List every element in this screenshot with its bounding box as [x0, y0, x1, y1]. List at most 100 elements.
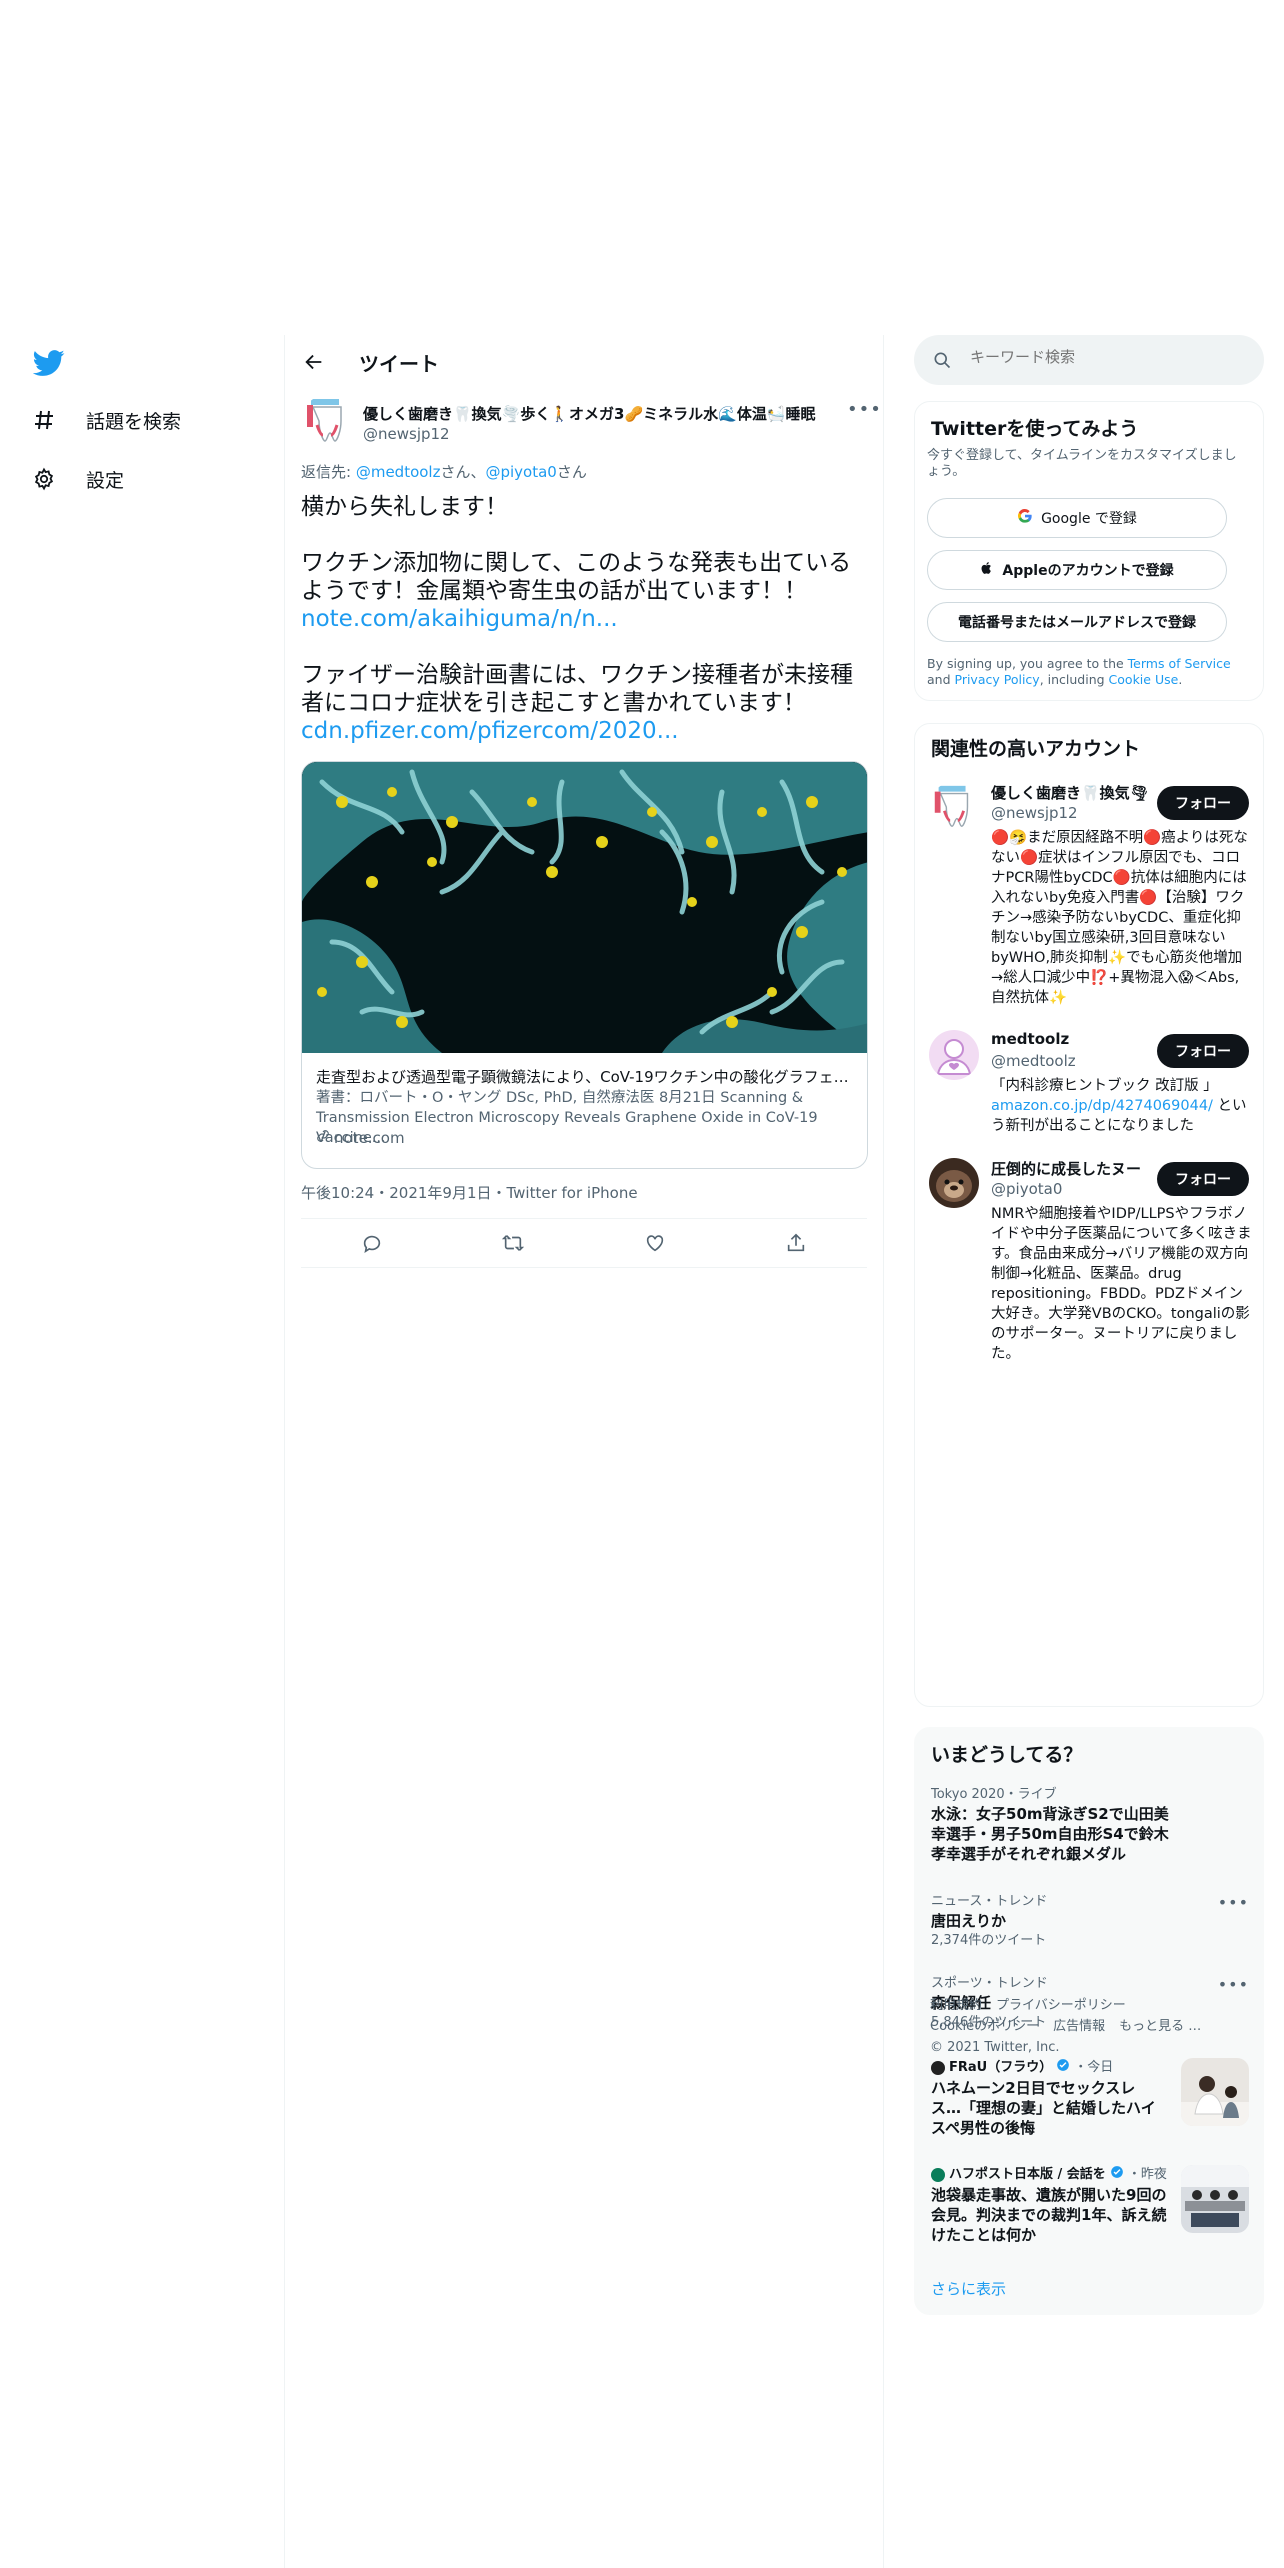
avatar[interactable] [929, 1030, 979, 1080]
account-medtoolz[interactable]: medtoolz @medtoolz フォロー 「内科診療ヒントブック 改訂版 … [915, 1030, 1265, 1140]
link-icon [316, 1129, 330, 1147]
search-input[interactable] [970, 348, 1240, 366]
signup-terms: By signing up, you agree to the Terms of… [927, 656, 1252, 688]
account-handle: @newsjp12 [991, 804, 1078, 822]
gear-icon [30, 465, 58, 493]
footer-privacy-link[interactable]: プライバシーポリシー [996, 1998, 1126, 2013]
follow-button[interactable]: フォロー [1157, 786, 1249, 820]
author-avatar[interactable] [301, 395, 353, 447]
news-source: ハフポスト日本版 / 会話を ・昨夜 [931, 2165, 1171, 2185]
terms-of-service-link[interactable]: Terms of Service [1128, 656, 1231, 671]
retweet-icon[interactable] [500, 1230, 526, 1256]
tweet-link[interactable]: note.com/akaihiguma/n/n... [301, 606, 618, 632]
trend-title: 水泳：女子50m背泳ぎS2で山田美幸選手・男子50m自由形S4で鈴木孝幸選手がそ… [931, 1805, 1169, 1863]
more-icon[interactable]: ••• [847, 399, 882, 420]
news-time: ・昨夜 [1127, 2167, 1167, 2182]
news-source: FRaU（フラウ） ・今日 [931, 2058, 1161, 2078]
follow-button[interactable]: フォロー [1157, 1162, 1249, 1196]
news-item[interactable]: FRaU（フラウ） ・今日 ハネムーン2日目でセックスレス…「理想の妻」と結婚し… [931, 2058, 1249, 2138]
page: 話題を検索 設定 ツイート 優しく歯磨き🦷換気🌪️歩く🚶オメガ3🥜ミネラル水🌊体… [0, 0, 1284, 2568]
nav-explore-label: 話題を検索 [86, 410, 182, 433]
hashtag-icon [30, 406, 58, 434]
cookie-use-link[interactable]: Cookie Use [1109, 672, 1179, 687]
reply-icon[interactable] [359, 1230, 385, 1256]
news-time: ・今日 [1074, 2060, 1114, 2075]
account-handle: @piyota0 [991, 1180, 1063, 1198]
link-card[interactable]: 走査型および透過型電子顕微鏡法により、CoV-19ワクチン中の酸化グラフェンが明… [301, 761, 868, 1169]
verified-icon [1056, 2058, 1070, 2078]
news-title: 池袋暴走事故、遺族が開いた9回の会見。判決までの裁判1年、訴え続けたことは何か [931, 2186, 1167, 2244]
reply-mention-piyota0[interactable]: @piyota0 [485, 463, 556, 481]
news-thumbnail [1181, 2058, 1249, 2126]
account-bio: 🔴🤧まだ原因経路不明🔴癌よりは死なない🔴症状はインフル原因でも、コロナPCR陽性… [991, 830, 1248, 1006]
trend-context: スポーツ・トレンド [931, 1976, 1048, 1991]
account-bio: 「内科診療ヒントブック 改訂版 」 amazon.co.jp/dp/4274069… [991, 1076, 1253, 1136]
google-signup-label: Google で登録 [1041, 511, 1137, 527]
news-source-name: ハフポスト日本版 / 会話を [949, 2167, 1106, 2182]
terms-text: , including [1039, 672, 1109, 687]
news-source-name: FRaU（フラウ） [949, 2060, 1053, 2075]
account-piyota0[interactable]: 圧倒的に成長したヌー @piyota0 フォロー NMRや細胞接着やIDP/LL… [915, 1158, 1265, 1388]
divider [301, 1267, 867, 1268]
more-icon[interactable]: ••• [1218, 1975, 1249, 1994]
reply-sep: さん、 [440, 463, 486, 481]
signup-title: Twitterを使ってみよう [931, 418, 1139, 440]
news-item[interactable]: ハフポスト日本版 / 会話を ・昨夜 池袋暴走事故、遺族が開いた9回の会見。判決… [931, 2165, 1249, 2255]
reply-prefix: 返信先: [301, 463, 356, 481]
reply-mention-medtoolz[interactable]: @medtoolz [356, 463, 441, 481]
avatar[interactable] [929, 782, 979, 832]
trend-item[interactable]: Tokyo 2020・ライブ 水泳：女子50m背泳ぎS2で山田美幸選手・男子50… [931, 1786, 1171, 1864]
terms-text: . [1178, 672, 1183, 687]
account-newsjp12[interactable]: 優しく歯磨き🦷換気🌪 @newsjp12 フォロー 🔴🤧まだ原因経路不明🔴癌より… [915, 782, 1265, 1032]
search-bar[interactable] [914, 335, 1264, 385]
apple-signup-button[interactable]: Appleのアカウントで登録 [927, 550, 1227, 590]
apple-signup-label: Appleのアカウントで登録 [1002, 563, 1174, 579]
nav-explore[interactable]: 話題を検索 [30, 400, 181, 440]
reply-to: 返信先: @medtoolzさん、@piyota0さん [301, 461, 587, 482]
back-arrow-icon[interactable] [301, 349, 327, 375]
phone-email-signup-button[interactable]: 電話番号またはメールアドレスで登録 [927, 602, 1227, 642]
trend-context: ニュース・トレンド [931, 1894, 1048, 1909]
author-handle[interactable]: @newsjp12 [363, 425, 450, 443]
card-image [302, 762, 867, 1053]
like-icon[interactable] [642, 1230, 668, 1256]
tweet-text: 横から失礼します！ ワクチン添加物に関して、このような発表も出ているようです！金… [301, 493, 871, 745]
twitter-logo-icon[interactable] [32, 347, 65, 379]
more-icon[interactable]: ••• [1218, 1893, 1249, 1912]
card-title: 走査型および透過型電子顕微鏡法により、CoV-19ワクチン中の酸化グラフェンが明… [316, 1068, 856, 1086]
show-more-link[interactable]: さらに表示 [931, 2278, 1006, 2299]
nav-settings-label: 設定 [86, 469, 125, 492]
nav-settings[interactable]: 設定 [30, 459, 124, 499]
news-thumbnail [1181, 2165, 1249, 2233]
trends-title: いまどうしてる？ [931, 1744, 1083, 1766]
footer-terms-link[interactable]: 利用規約 [930, 1998, 982, 2013]
google-icon [1017, 508, 1033, 528]
privacy-policy-link[interactable]: Privacy Policy [955, 672, 1040, 687]
tweet-actions [301, 1219, 867, 1267]
bio-link[interactable]: amazon.co.jp/dp/4274069044/ [991, 1098, 1213, 1114]
terms-text: and [927, 672, 955, 687]
account-handle: @medtoolz [991, 1052, 1076, 1070]
tweet-line: ファイザー治験計画書には、ワクチン接種者が未接種者にコロナ症状を引き起こすと書か… [301, 662, 853, 716]
tweet-link[interactable]: cdn.pfizer.com/pfizercom/2020... [301, 718, 679, 744]
card-domain-text: note.com [334, 1129, 405, 1147]
google-signup-button[interactable]: Google で登録 [927, 498, 1227, 538]
footer-ads-link[interactable]: 広告情報 [1053, 2019, 1105, 2034]
footer-cookie-link[interactable]: Cookieのポリシー [930, 2019, 1039, 2034]
account-name: 優しく歯磨き🦷換気🌪 [991, 784, 1149, 802]
share-icon[interactable] [783, 1230, 809, 1256]
signup-subtitle: 今すぐ登録して、タイムラインをカスタマイズしましょう。 [927, 448, 1237, 479]
trend-item[interactable]: ニュース・トレンド 唐田えりか 2,374件のツイート ••• [931, 1893, 1249, 1951]
terms-text: By signing up, you agree to the [927, 656, 1128, 671]
reply-suffix: さん [556, 463, 587, 481]
tweet-timestamp[interactable]: 午後10:24・2021年9月1日・Twitter for iPhone [301, 1182, 638, 1203]
search-icon [932, 350, 952, 374]
source-avatar-icon [931, 2061, 945, 2075]
author-name[interactable]: 優しく歯磨き🦷換気🌪️歩く🚶オメガ3🥜ミネラル水🌊体温🛀睡眠 [363, 403, 833, 424]
avatar[interactable] [929, 1158, 979, 1208]
follow-button[interactable]: フォロー [1157, 1034, 1249, 1068]
account-name: 圧倒的に成長したヌー [991, 1160, 1142, 1178]
trend-context: Tokyo 2020・ライブ [931, 1787, 1057, 1802]
relevant-title: 関連性の高いアカウント [931, 738, 1141, 760]
footer-more-link[interactable]: もっと見る … [1119, 2019, 1201, 2034]
